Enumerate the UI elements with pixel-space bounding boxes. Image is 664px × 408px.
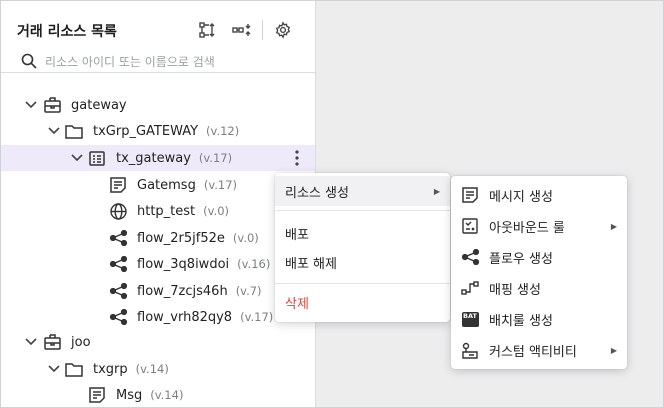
globe-icon — [109, 202, 127, 220]
tree-node-flow-3q8iwdoi[interactable]: flow_3q8iwdoi (v.16) — [1, 251, 315, 277]
tree-node-label: txGrp_GATEWAY — [93, 123, 199, 139]
tree-node-label: flow_7zcjs46h — [137, 283, 228, 299]
submenu-item-label: 아웃바운드 룰 — [489, 220, 565, 236]
menu-item-label: 배포 해제 — [285, 256, 337, 272]
resource-panel: 거래 리소스 목록 리소스 아이디 또는 이름으로 검색 gateway txG… — [1, 1, 316, 407]
folder-root-icon — [43, 96, 61, 114]
chevron-right-icon: ▶ — [610, 345, 617, 355]
version-label: (v.14) — [150, 387, 184, 402]
tree-node-label: Gatemsg — [137, 177, 196, 193]
chevron-down-icon[interactable] — [70, 151, 84, 165]
settings-gear-icon[interactable] — [272, 19, 294, 41]
tree-node-label: flow_3q8iwdoi — [137, 256, 230, 272]
version-label: (v.7) — [235, 283, 262, 298]
submenu-item-label: 플로우 생성 — [489, 251, 553, 267]
chevron-right-icon: ▶ — [433, 186, 440, 196]
search-icon — [21, 53, 39, 71]
chevron-down-icon[interactable] — [24, 98, 38, 112]
panel-header: 거래 리소스 목록 — [1, 1, 315, 43]
version-label: (v.12) — [206, 123, 240, 138]
menu-item-label: 리소스 생성 — [285, 185, 349, 201]
collapse-all-icon[interactable] — [231, 19, 253, 41]
submenu-item-label: 매핑 생성 — [489, 282, 541, 298]
menu-item-deploy[interactable]: 배포 — [275, 218, 450, 248]
search-input[interactable] — [45, 52, 303, 72]
menu-divider — [275, 283, 450, 284]
chevron-right-icon: ▶ — [610, 221, 617, 231]
version-label: (v.14) — [135, 361, 169, 376]
tree-node-txgrp[interactable]: txgrp (v.14) — [1, 356, 315, 382]
flow-icon — [109, 229, 127, 247]
submenu-item-label: 배치룰 생성 — [489, 313, 553, 329]
tree-node-gateway[interactable]: gateway — [1, 92, 315, 118]
folder-icon — [65, 122, 83, 140]
tree-node-tx-gateway[interactable]: tx_gateway (v.17) — [1, 145, 315, 171]
folder-icon — [65, 360, 83, 378]
submenu-item-outbound-rule[interactable]: 아웃바운드 룰 ▶ — [451, 211, 627, 241]
tree-node-txgrp-gateway[interactable]: txGrp_GATEWAY (v.12) — [1, 118, 315, 144]
submenu-item-create-batch-rule[interactable]: BAT 배치룰 생성 — [451, 304, 627, 334]
submenu-item-custom-activity[interactable]: 커스텀 액티비티 ▶ — [451, 335, 627, 365]
tree-node-flow-7zcjs46h[interactable]: flow_7zcjs46h (v.7) — [1, 278, 315, 304]
search-underline — [1, 72, 315, 73]
tree-node-label: joo — [71, 334, 91, 350]
version-label: (v.17) — [203, 177, 238, 192]
menu-item-label: 배포 — [285, 227, 309, 243]
tree-node-label: flow_2r5jf52e — [137, 230, 225, 246]
flow-icon — [109, 282, 127, 300]
message-icon — [88, 386, 106, 404]
submenu-item-create-message[interactable]: 메시지 생성 — [451, 180, 627, 210]
tree-node-flow-vrh82qy8[interactable]: flow_vrh82qy8 (v.17) — [1, 304, 315, 330]
chevron-down-icon[interactable] — [47, 362, 61, 376]
version-label: (v.0) — [232, 230, 259, 245]
tree-node-gatemsg[interactable]: Gatemsg (v.17) — [1, 172, 315, 198]
submenu-item-label: 메시지 생성 — [489, 189, 553, 205]
tree-node-label: http_test — [137, 203, 196, 219]
mapping-icon — [461, 279, 479, 297]
version-label: (v.16) — [237, 256, 271, 271]
version-label: (v.17) — [198, 150, 233, 165]
more-options-icon[interactable] — [289, 148, 305, 168]
tree-node-label: tx_gateway — [116, 150, 191, 166]
chevron-down-icon[interactable] — [47, 124, 61, 138]
tree-node-msg[interactable]: Msg (v.14) — [1, 382, 315, 408]
tree-node-label: Msg — [116, 387, 143, 403]
batch-badge-text: BAT — [463, 311, 477, 320]
flow-icon — [461, 248, 479, 266]
submenu-item-create-flow[interactable]: 플로우 생성 — [451, 242, 627, 272]
tree-node-http-test[interactable]: http_test (v.0) — [1, 198, 315, 224]
menu-item-delete[interactable]: 삭제 — [275, 287, 450, 317]
flow-icon — [109, 255, 127, 273]
message-icon — [109, 176, 127, 194]
tree-node-label: gateway — [71, 97, 127, 113]
version-label: (v.0) — [203, 203, 230, 218]
menu-item-create-resource[interactable]: 리소스 생성 ▶ — [275, 176, 450, 206]
panel-title: 거래 리소스 목록 — [17, 24, 117, 40]
header-divider — [262, 20, 263, 40]
outbound-rule-icon — [461, 217, 479, 235]
tree-node-label: flow_vrh82qy8 — [137, 309, 233, 325]
menu-item-label: 삭제 — [285, 296, 309, 312]
context-menu: 리소스 생성 ▶ 배포 배포 해제 삭제 — [275, 173, 450, 322]
tree-node-flow-2r5jf52e[interactable]: flow_2r5jf52e (v.0) — [1, 225, 315, 251]
message-icon — [461, 186, 479, 204]
tree-expand-icon[interactable] — [196, 19, 218, 41]
custom-activity-icon — [461, 341, 479, 359]
tree-node-joo[interactable]: joo — [1, 329, 315, 355]
menu-item-undeploy[interactable]: 배포 해제 — [275, 247, 450, 277]
submenu-item-label: 커스텀 액티비티 — [489, 344, 577, 360]
folder-root-icon — [43, 333, 61, 351]
batch-icon: BAT — [461, 310, 479, 328]
submenu-item-create-mapping[interactable]: 매핑 생성 — [451, 273, 627, 303]
chevron-down-icon[interactable] — [24, 335, 38, 349]
version-label: (v.17) — [240, 309, 274, 324]
transaction-icon — [88, 149, 106, 167]
tree-node-label: txgrp — [93, 361, 128, 377]
create-resource-submenu: 메시지 생성 아웃바운드 룰 ▶ 플로우 생성 매핑 생성 BAT 배치룰 생성… — [451, 176, 627, 369]
menu-divider — [275, 210, 450, 211]
flow-icon — [109, 308, 127, 326]
